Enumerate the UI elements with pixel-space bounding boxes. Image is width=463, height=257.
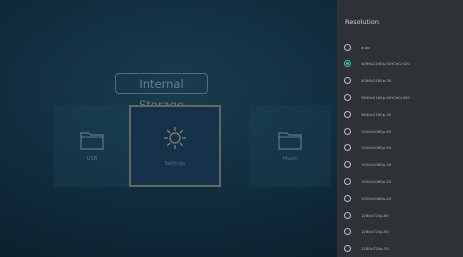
resolution-option-label: 1920x1080p-25	[361, 178, 392, 184]
resolution-option[interactable]: auto	[337, 40, 463, 54]
resolution-panel-title: Resolution	[345, 18, 379, 26]
radio-icon[interactable]	[344, 144, 351, 152]
radio-icon[interactable]	[344, 228, 351, 236]
tile-settings-label: Settings	[164, 161, 186, 167]
radio-icon[interactable]	[344, 211, 351, 219]
radio-icon[interactable]	[344, 177, 351, 185]
radio-icon[interactable]	[344, 194, 351, 202]
resolution-option-label: 3840x2160p-30	[361, 111, 392, 117]
resolution-option[interactable]: 1920x1080p-25	[337, 174, 463, 188]
folder-icon	[80, 130, 104, 150]
radio-icon[interactable]	[344, 77, 351, 85]
resolution-option-label: 1280x720p-30	[361, 246, 389, 252]
resolution-option[interactable]: 1280x720p-30	[337, 242, 463, 256]
radio-icon[interactable]	[344, 161, 351, 169]
resolution-option-label: 1920x1080p-30	[361, 162, 392, 168]
gear-icon	[162, 125, 188, 155]
resolution-option[interactable]: 4096x2160p-50YCbCr420	[337, 57, 463, 71]
resolution-option-label: 1920x1080p-60	[361, 128, 392, 134]
resolution-option[interactable]: 1920x1080p-24	[337, 191, 463, 205]
resolution-option-label: 4096x2160p-50YCbCr420	[361, 61, 410, 67]
resolution-option-label: 1920x1080p-24	[361, 195, 392, 201]
resolution-option-label: 1920x1080p-50	[361, 145, 392, 151]
resolution-option[interactable]: 1280x720p-50	[337, 225, 463, 239]
resolution-option[interactable]: 3840x2160p-30	[337, 107, 463, 121]
resolution-option[interactable]: 3840x2160p-50YCbCr420	[337, 90, 463, 104]
resolution-panel: Resolution auto 4096x2160p-50YCbCr420 4096…	[337, 0, 463, 257]
resolution-option[interactable]: 1920x1080p-30	[337, 158, 463, 172]
resolution-option-label: 3840x2160p-50YCbCr420	[361, 94, 410, 100]
resolution-option-label: 4096x2160p-30	[361, 78, 392, 84]
tile-music-label: Music	[282, 156, 298, 162]
tile-settings[interactable]: Settings	[129, 105, 221, 187]
resolution-option-label: 1280x720p-50	[361, 229, 389, 235]
radio-icon[interactable]	[344, 127, 351, 135]
tile-usb-label: USB	[86, 156, 98, 162]
radio-icon[interactable]	[344, 245, 351, 253]
resolution-option[interactable]: 4096x2160p-30	[337, 74, 463, 88]
radio-icon[interactable]	[344, 110, 351, 118]
tile-music[interactable]: Music	[249, 105, 331, 187]
resolution-option[interactable]: 1280x720p-60	[337, 208, 463, 222]
resolution-option-label: 1280x720p-60	[361, 212, 389, 218]
radio-icon[interactable]	[344, 93, 351, 101]
resolution-option[interactable]: 1920x1080p-60	[337, 124, 463, 138]
folder-icon	[278, 130, 302, 150]
tile-usb[interactable]: USB	[54, 105, 130, 187]
storage-title: Internal Storage	[115, 73, 208, 112]
radio-icon[interactable]	[344, 43, 351, 51]
resolution-option[interactable]: 1920x1080p-50	[337, 141, 463, 155]
resolution-option-label: auto	[361, 44, 370, 50]
radio-selected-icon[interactable]	[344, 60, 351, 68]
